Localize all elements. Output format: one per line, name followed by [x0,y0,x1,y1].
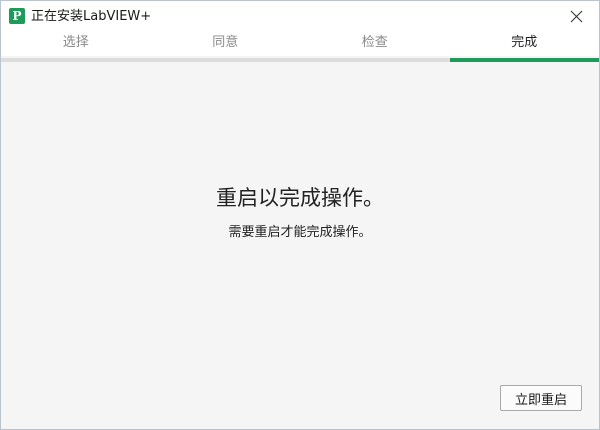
tab-agree: 同意 [212,35,239,50]
title-bar: P 正在安装LabVIEW+ [1,1,599,32]
window-title: 正在安装LabVIEW+ [31,9,152,24]
page-subtext: 需要重启才能完成操作。 [228,225,372,240]
restart-now-button[interactable]: 立即重启 [500,385,582,411]
main-content: 重启以完成操作。 需要重启才能完成操作。 立即重启 [1,62,599,429]
step-tabs: 选择 同意 检查 完成 [1,32,599,56]
tab-review: 检查 [361,35,388,50]
tab-select: 选择 [62,35,89,50]
close-button[interactable] [555,1,599,32]
tab-finish: 完成 [511,35,538,50]
installer-window: P 正在安装LabVIEW+ 选择 同意 检查 完成 重启以完成操作。 需要重启… [0,0,600,430]
page-heading: 重启以完成操作。 [216,186,384,210]
app-icon: P [9,8,25,24]
close-icon [570,10,583,23]
